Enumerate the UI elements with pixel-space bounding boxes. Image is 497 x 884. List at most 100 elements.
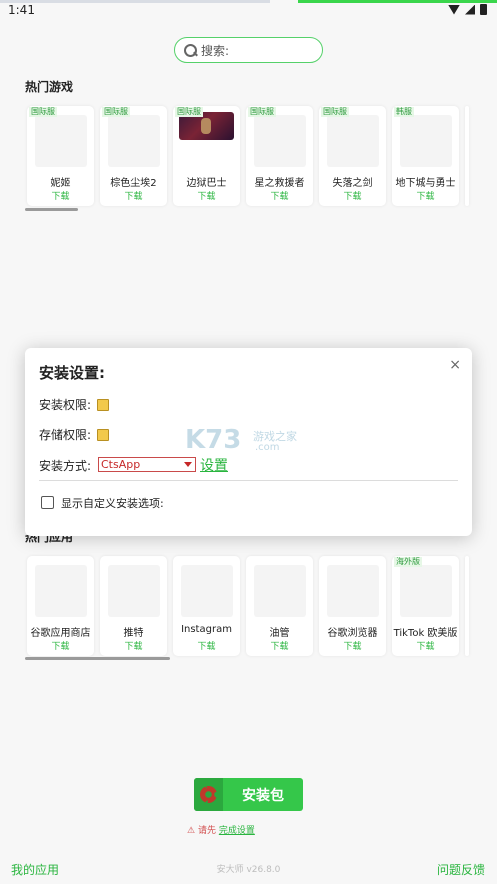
game-card[interactable]: 国际服 边狱巴士 下载 xyxy=(173,106,240,206)
game-card[interactable]: 韩服 地下城与勇士 下载 xyxy=(392,106,459,206)
game-name: 失落之剑 xyxy=(332,178,373,189)
close-icon[interactable]: × xyxy=(449,357,461,373)
download-link[interactable]: 下载 xyxy=(246,189,313,202)
warning-prefix: 请先 xyxy=(197,826,216,836)
app-card[interactable]: 谷歌应用商店 下载 xyxy=(27,556,94,656)
game-name: 边狱巴士 xyxy=(186,178,227,189)
app-thumbnail xyxy=(327,565,379,617)
download-link[interactable]: 下载 xyxy=(27,639,94,652)
region-badge: 海外版 xyxy=(394,557,422,567)
signal-icon xyxy=(465,4,475,15)
game-card[interactable]: 国际服 失落之剑 下载 xyxy=(319,106,386,206)
watermark-domain: .com xyxy=(255,442,280,453)
download-link[interactable]: 下载 xyxy=(319,189,386,202)
download-link[interactable]: 下载 xyxy=(392,639,459,652)
hot-apps-scrollbar[interactable] xyxy=(25,657,170,660)
top-progress-track xyxy=(0,0,270,3)
app-card[interactable]: 油管 下载 xyxy=(246,556,313,656)
app-card[interactable]: Instagram 下载 xyxy=(173,556,240,656)
app-name: TikTok 欧美版 xyxy=(393,628,458,639)
install-permission-row: 安装权限: xyxy=(39,396,109,413)
app-version: 安大师 v26.8.0 xyxy=(216,865,281,875)
download-link[interactable]: 下载 xyxy=(100,639,167,652)
app-card[interactable]: 海外版 TikTok 欧美版 下载 xyxy=(392,556,459,656)
search-placeholder: 搜索: xyxy=(201,43,230,58)
install-package-label: 安装包 xyxy=(242,787,284,804)
game-card[interactable]: 国际服 星之救援者 下载 xyxy=(246,106,313,206)
app-name: 油管 xyxy=(269,628,290,639)
warning-icon: ⚠ xyxy=(187,826,196,836)
battery-icon xyxy=(480,4,487,15)
app-thumbnail xyxy=(400,565,452,617)
complete-setup-link[interactable]: 完成设置 xyxy=(219,826,255,836)
game-thumbnail xyxy=(254,115,306,167)
download-link[interactable]: 下载 xyxy=(100,189,167,202)
game-thumbnail xyxy=(400,115,452,167)
install-permission-icon[interactable] xyxy=(96,399,109,411)
status-time: 1:41 xyxy=(8,3,35,17)
hot-apps-title-wrapper: 热门应用 xyxy=(25,535,85,543)
custom-options-checkbox[interactable] xyxy=(41,496,54,509)
chevron-down-icon xyxy=(184,462,192,467)
game-card[interactable]: 国际服 棕色尘埃2 下载 xyxy=(100,106,167,206)
download-link[interactable]: 下载 xyxy=(173,189,240,202)
game-name: 妮姬 xyxy=(50,178,71,189)
k73-watermark: K73 游戏之家 .com xyxy=(185,425,315,457)
download-link[interactable]: 下载 xyxy=(319,639,386,652)
download-link[interactable]: 下载 xyxy=(246,639,313,652)
game-name: 星之救援者 xyxy=(254,178,305,189)
install-package-button[interactable]: 安装包 xyxy=(194,778,303,811)
app-card[interactable]: 谷歌浏览器 下载 xyxy=(319,556,386,656)
app-thumbnail xyxy=(254,565,306,617)
game-thumbnail xyxy=(108,115,160,167)
storage-permission-label: 存储权限: xyxy=(39,428,92,442)
status-icons xyxy=(448,4,487,15)
download-link[interactable]: 下载 xyxy=(173,639,240,652)
install-method-label: 安装方式: xyxy=(39,459,92,473)
download-link[interactable]: 下载 xyxy=(392,189,459,202)
region-badge: 国际服 xyxy=(102,107,130,117)
game-name: 棕色尘埃2 xyxy=(110,178,157,189)
app-name: 推特 xyxy=(123,628,144,639)
wifi-icon xyxy=(448,4,460,15)
status-bar: 1:41 xyxy=(0,0,497,22)
search-input[interactable]: 搜索: xyxy=(174,37,323,63)
region-badge: 国际服 xyxy=(321,107,349,117)
app-card[interactable]: 推特 下载 xyxy=(100,556,167,656)
app-thumbnail xyxy=(108,565,160,617)
game-thumbnail xyxy=(35,115,87,167)
hot-games-row[interactable]: 国际服 妮姬 下载 国际服 棕色尘埃2 下载 国际服 边狱巴士 下载 国际服 星… xyxy=(27,106,469,206)
hot-games-title: 热门游戏 xyxy=(25,80,74,94)
settings-link[interactable]: 设置 xyxy=(200,455,228,475)
hot-games-scrollbar[interactable] xyxy=(25,208,78,211)
dialog-title: 安装设置: xyxy=(39,364,105,382)
game-card-partial[interactable] xyxy=(465,106,469,206)
feedback-link[interactable]: 问题反馈 xyxy=(437,861,485,878)
search-icon xyxy=(184,43,197,57)
settings-gear-button[interactable] xyxy=(194,778,223,811)
region-badge: 国际服 xyxy=(29,107,57,117)
game-card[interactable]: 国际服 妮姬 下载 xyxy=(27,106,94,206)
game-thumbnail xyxy=(327,115,379,167)
top-progress-fill xyxy=(298,0,497,3)
region-badge: 国际服 xyxy=(175,107,203,117)
storage-permission-row: 存储权限: xyxy=(39,426,109,443)
app-thumbnail xyxy=(35,565,87,617)
app-name: 谷歌应用商店 xyxy=(30,628,91,639)
hot-apps-row[interactable]: 谷歌应用商店 下载 推特 下载 Instagram 下载 油管 下载 谷歌浏览器… xyxy=(27,556,469,656)
region-badge: 国际服 xyxy=(248,107,276,117)
watermark-logo: K73 xyxy=(185,425,242,455)
download-link[interactable]: 下载 xyxy=(27,189,94,202)
region-badge: 韩服 xyxy=(394,107,414,117)
app-name: 谷歌浏览器 xyxy=(327,628,378,639)
game-name: 地下城与勇士 xyxy=(395,178,456,189)
setup-warning: ⚠ 请先 完成设置 xyxy=(187,823,255,836)
install-method-select[interactable]: CtsApp xyxy=(98,457,196,472)
app-name: Instagram xyxy=(181,624,232,635)
app-card-partial[interactable] xyxy=(465,556,469,656)
divider xyxy=(39,480,458,481)
install-permission-label: 安装权限: xyxy=(39,398,92,412)
hot-apps-title: 热门应用 xyxy=(25,535,74,543)
custom-options-label[interactable]: 显示自定义安装选项: xyxy=(61,495,164,511)
storage-permission-icon[interactable] xyxy=(96,429,109,441)
